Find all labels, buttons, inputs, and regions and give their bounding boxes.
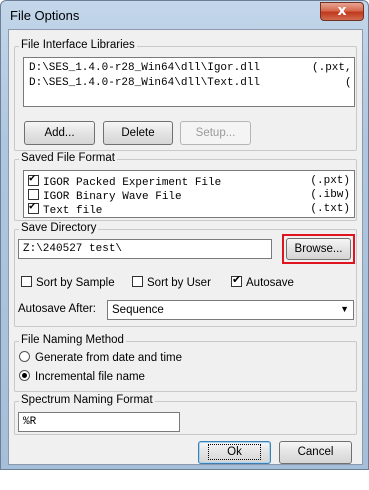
format-item-ibw[interactable]: IGOR Binary Wave File (.ibw) bbox=[28, 189, 350, 203]
naming-incremental-label: Incremental file name bbox=[35, 371, 145, 383]
sort-by-sample-option[interactable]: Sort by Sample bbox=[21, 276, 115, 289]
naming-date-radio[interactable] bbox=[19, 351, 30, 362]
save-directory-legend: Save Directory bbox=[19, 222, 99, 234]
saved-file-format-legend: Saved File Format bbox=[19, 152, 117, 164]
close-icon: x bbox=[337, 3, 347, 19]
autosave-option[interactable]: Autosave bbox=[231, 274, 294, 289]
sort-by-sample-checkbox[interactable] bbox=[21, 276, 32, 287]
format-item-pxt[interactable]: IGOR Packed Experiment File (.pxt) bbox=[28, 173, 350, 189]
library-item[interactable]: D:\SES_1.4.0-r28_Win64\dll\Igor.dll (.px… bbox=[29, 62, 352, 74]
naming-incremental-radio[interactable] bbox=[19, 370, 30, 381]
format-name: Text file bbox=[43, 205, 103, 217]
ok-label: Ok bbox=[208, 444, 261, 460]
library-path: D:\SES_1.4.0-r28_Win64\dll\Text.dll bbox=[29, 77, 261, 89]
library-path: D:\SES_1.4.0-r28_Win64\dll\Igor.dll bbox=[29, 62, 261, 74]
add-button[interactable]: Add... bbox=[24, 121, 95, 145]
format-checkbox[interactable] bbox=[28, 201, 39, 214]
setup-button: Setup... bbox=[180, 121, 251, 145]
cancel-button[interactable]: Cancel bbox=[279, 441, 352, 464]
spectrum-naming-format-legend: Spectrum Naming Format bbox=[19, 394, 155, 406]
library-ext: (.pxt, bbox=[312, 62, 352, 74]
naming-option-date[interactable]: Generate from date and time bbox=[19, 351, 182, 364]
spectrum-format-input[interactable]: %R bbox=[18, 412, 180, 432]
naming-option-incremental[interactable]: Incremental file name bbox=[19, 370, 145, 383]
delete-button[interactable]: Delete bbox=[103, 121, 173, 145]
dialog-client: File Interface Libraries D:\SES_1.4.0-r2… bbox=[8, 29, 363, 465]
browse-button[interactable]: Browse... bbox=[286, 238, 351, 260]
chevron-down-icon[interactable]: ▼ bbox=[340, 301, 349, 317]
format-item-txt[interactable]: Text file (.txt) bbox=[28, 201, 350, 217]
file-options-window: File Options x File Interface Libraries … bbox=[0, 0, 369, 470]
file-naming-method-group: File Naming Method Generate from date an… bbox=[14, 334, 357, 392]
format-ext: (.pxt) bbox=[310, 175, 350, 187]
autosave-checkbox[interactable] bbox=[231, 274, 242, 287]
sort-by-user-option[interactable]: Sort by User bbox=[132, 276, 211, 289]
file-interface-libraries-group: File Interface Libraries D:\SES_1.4.0-r2… bbox=[14, 39, 357, 151]
library-ext: ( bbox=[345, 77, 352, 89]
format-checkbox[interactable] bbox=[28, 173, 39, 186]
autosave-after-value: Sequence bbox=[112, 304, 164, 316]
format-name: IGOR Packed Experiment File bbox=[43, 177, 222, 189]
window-title: File Options bbox=[10, 8, 80, 23]
close-button[interactable]: x bbox=[320, 2, 364, 21]
format-name: IGOR Binary Wave File bbox=[43, 191, 182, 203]
spectrum-naming-format-group: Spectrum Naming Format %R bbox=[14, 394, 357, 435]
format-ext: (.txt) bbox=[310, 203, 350, 215]
saved-file-format-group: Saved File Format IGOR Packed Experiment… bbox=[14, 152, 357, 221]
file-interface-libraries-legend: File Interface Libraries bbox=[19, 39, 137, 51]
library-item[interactable]: D:\SES_1.4.0-r28_Win64\dll\Text.dll ( bbox=[29, 77, 352, 89]
naming-date-label: Generate from date and time bbox=[35, 352, 183, 364]
save-directory-input[interactable]: Z:\240527 test\ bbox=[18, 239, 272, 259]
format-checkbox[interactable] bbox=[28, 189, 39, 200]
sort-by-user-checkbox[interactable] bbox=[132, 276, 143, 287]
libraries-listbox[interactable]: D:\SES_1.4.0-r28_Win64\dll\Igor.dll (.px… bbox=[23, 57, 355, 107]
ok-button[interactable]: Ok bbox=[198, 441, 271, 464]
autosave-after-label: Autosave After: bbox=[18, 303, 96, 315]
autosave-label: Autosave bbox=[246, 277, 294, 289]
title-bar[interactable]: File Options x bbox=[1, 1, 368, 29]
sort-by-user-label: Sort by User bbox=[147, 277, 211, 289]
format-ext: (.ibw) bbox=[310, 189, 350, 201]
saved-format-listbox[interactable]: IGOR Packed Experiment File (.pxt) IGOR … bbox=[23, 170, 355, 218]
file-naming-method-legend: File Naming Method bbox=[19, 334, 126, 346]
sort-by-sample-label: Sort by Sample bbox=[36, 277, 115, 289]
autosave-after-select[interactable]: Sequence ▼ bbox=[107, 300, 354, 320]
save-directory-group: Save Directory Z:\240527 test\ Browse...… bbox=[14, 222, 357, 327]
